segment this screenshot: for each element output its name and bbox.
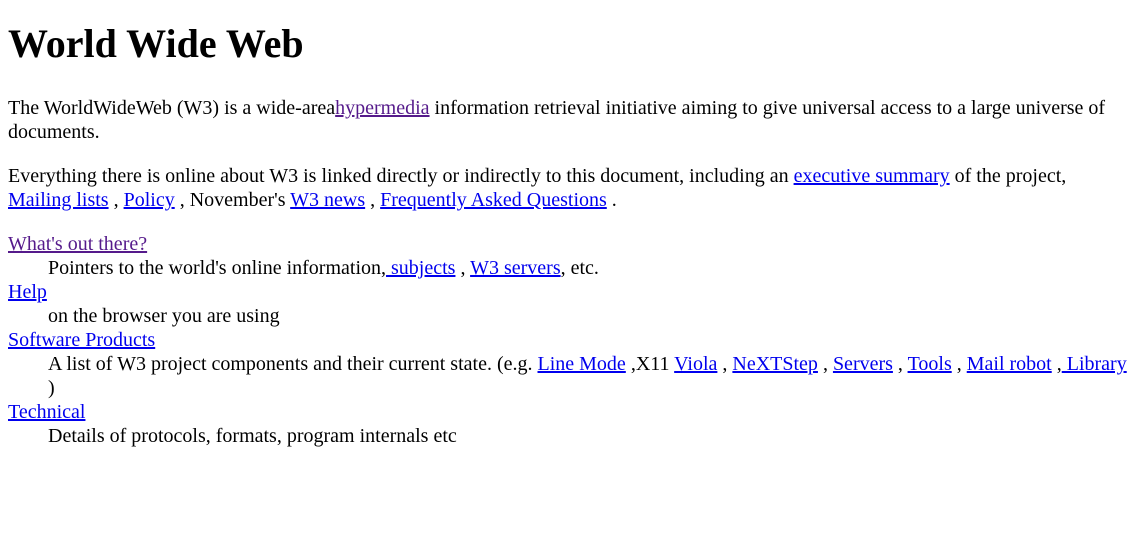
mailing-lists-link[interactable]: Mailing lists [8, 189, 109, 211]
software-desc-8: ) [48, 377, 55, 399]
summary-paragraph: Everything there is online about W3 is l… [8, 164, 1129, 212]
servers-link[interactable]: Servers [833, 353, 893, 375]
topic-desc-whats-out-there: Pointers to the world's online informati… [48, 256, 1129, 280]
summary-text-6: . [606, 189, 617, 211]
library-link[interactable]: Library [1062, 353, 1127, 375]
technical-link[interactable]: Technical [8, 401, 85, 423]
topic-desc-technical: Details of protocols, formats, program i… [48, 425, 457, 447]
whats-out-desc-3: , etc. [560, 257, 599, 279]
topic-term-software-products: Software Products [8, 328, 1129, 352]
summary-text-5: , [365, 189, 381, 211]
mail-robot-link[interactable]: Mail robot [967, 353, 1052, 375]
intro-paragraph: The WorldWideWeb (W3) is a wide-areahype… [8, 96, 1129, 144]
viola-link[interactable]: Viola [674, 353, 717, 375]
software-desc-1: A list of W3 project components and thei… [48, 353, 538, 375]
page-title: World Wide Web [8, 21, 304, 66]
subjects-link[interactable]: subjects [386, 257, 455, 279]
policy-link[interactable]: Policy [124, 189, 175, 211]
topic-list: What's out there? Pointers to the world'… [8, 232, 1129, 448]
software-desc-5: , [892, 353, 908, 375]
software-desc-4: , [817, 353, 833, 375]
help-link[interactable]: Help [8, 281, 47, 303]
topic-term-whats-out-there: What's out there? [8, 232, 1129, 256]
faq-link[interactable]: Frequently Asked Questions [380, 189, 607, 211]
topic-term-help: Help [8, 280, 1129, 304]
executive-summary-link[interactable]: executive summary [794, 165, 950, 187]
software-desc-2: ,X11 [625, 353, 675, 375]
software-products-link[interactable]: Software Products [8, 329, 155, 351]
w3-servers-link[interactable]: W3 servers [470, 257, 561, 279]
nextstep-link[interactable]: NeXTStep [732, 353, 818, 375]
summary-text-3: , [108, 189, 124, 211]
whats-out-there-link[interactable]: What's out there? [8, 233, 147, 255]
topic-term-technical: Technical [8, 400, 1129, 424]
summary-text-2: of the project, [949, 165, 1067, 187]
software-desc-3: , [717, 353, 733, 375]
hypermedia-link[interactable]: hypermedia [335, 97, 429, 119]
whats-out-desc-1: Pointers to the world's online informati… [48, 257, 387, 279]
summary-text-4: , November's [174, 189, 291, 211]
whats-out-desc-2: , [455, 257, 471, 279]
tools-link[interactable]: Tools [908, 353, 952, 375]
document-page: World Wide Web The WorldWideWeb (W3) is … [0, 0, 1129, 552]
software-desc-7: , [1051, 353, 1062, 375]
w3-news-link[interactable]: W3 news [290, 189, 365, 211]
intro-text-1: The WorldWideWeb (W3) is a wide-area [8, 97, 336, 119]
software-desc-6: , [951, 353, 967, 375]
topic-desc-help: on the browser you are using [48, 305, 280, 327]
summary-text-1: Everything there is online about W3 is l… [8, 165, 794, 187]
topic-desc-software-products: A list of W3 project components and thei… [48, 352, 1129, 400]
line-mode-link[interactable]: Line Mode [538, 353, 626, 375]
